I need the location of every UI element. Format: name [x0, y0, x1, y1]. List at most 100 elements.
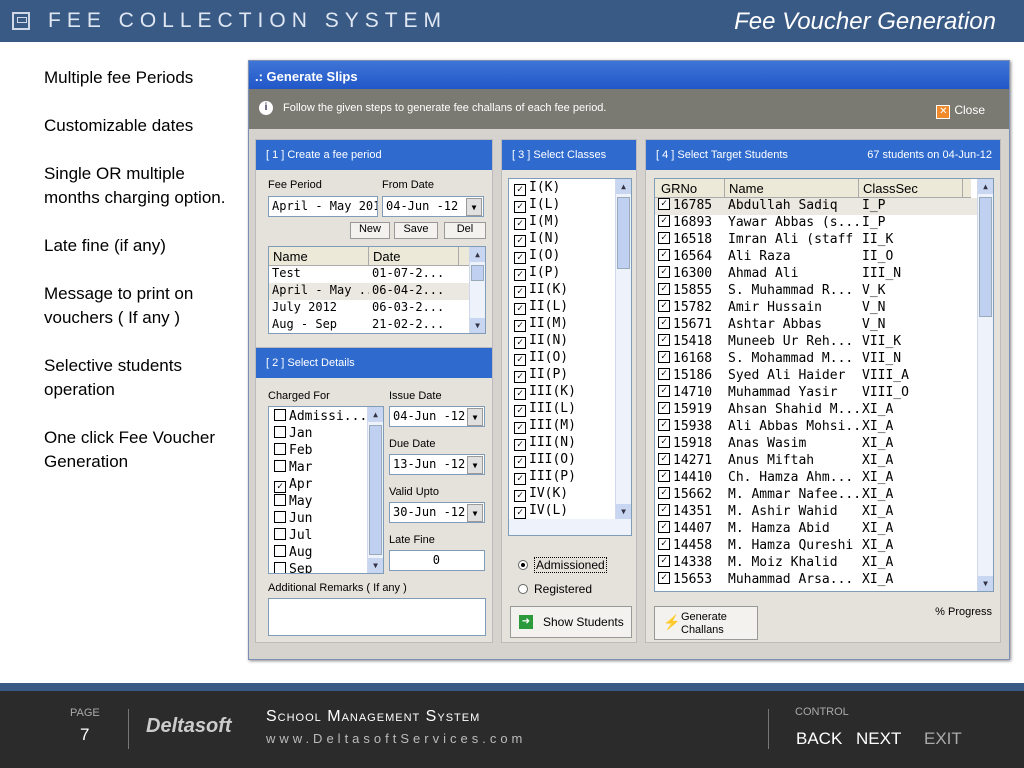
- class-checkbox-item[interactable]: ✓ I(O): [514, 248, 631, 265]
- class-checkbox-item[interactable]: ✓ III(O): [514, 452, 631, 469]
- checked-checkbox-icon[interactable]: ✓: [514, 337, 526, 349]
- scroll-thumb[interactable]: [369, 425, 382, 555]
- scroll-thumb[interactable]: [979, 197, 992, 317]
- checked-checkbox-icon[interactable]: ✓: [514, 439, 526, 451]
- checked-checkbox-icon[interactable]: ✓: [514, 371, 526, 383]
- table-row[interactable]: ✓ 15653 Muhammad Arsa... XI_A: [655, 572, 993, 589]
- checkbox-icon[interactable]: [274, 545, 286, 557]
- vertical-scrollbar[interactable]: ▲ ▼: [469, 247, 485, 333]
- table-row[interactable]: April - May ...06-04-2...: [269, 283, 485, 300]
- table-row[interactable]: ✓ 14271 Anus Miftah XI_A: [655, 453, 993, 470]
- table-row[interactable]: ✓ 16785 Abdullah Sadiq I_P: [655, 198, 993, 215]
- class-checkbox-item[interactable]: ✓ I(M): [514, 214, 631, 231]
- checked-checkbox-icon[interactable]: ✓: [658, 198, 670, 210]
- checked-checkbox-icon[interactable]: ✓: [514, 235, 526, 247]
- checked-checkbox-icon[interactable]: ✓: [514, 405, 526, 417]
- due-date-picker[interactable]: 13-Jun -12 ▼: [389, 454, 485, 475]
- checked-checkbox-icon[interactable]: ✓: [514, 286, 526, 298]
- checked-checkbox-icon[interactable]: ✓: [514, 354, 526, 366]
- checked-checkbox-icon[interactable]: ✓: [514, 473, 526, 485]
- close-button[interactable]: ✕ Close: [936, 103, 985, 119]
- generate-challans-button[interactable]: ⚡ Generate Challans: [654, 606, 758, 640]
- exit-link[interactable]: EXIT: [924, 729, 962, 749]
- next-link[interactable]: NEXT: [856, 729, 901, 749]
- class-checkbox-item[interactable]: ✓ IV(L): [514, 503, 631, 520]
- students-grid[interactable]: GRNo Name ClassSec ✓ 16785 Abdullah Sadiq I_P…: [654, 178, 994, 592]
- checked-checkbox-icon[interactable]: ✓: [514, 490, 526, 502]
- checked-checkbox-icon[interactable]: ✓: [514, 184, 526, 196]
- horizontal-scrollbar[interactable]: [509, 519, 631, 535]
- class-checkbox-item[interactable]: ✓ IV(K): [514, 486, 631, 503]
- class-checkbox-item[interactable]: ✓ III(M): [514, 418, 631, 435]
- dropdown-arrow-icon[interactable]: ▼: [466, 198, 482, 216]
- class-checkbox-item[interactable]: ✓ III(P): [514, 469, 631, 486]
- checked-checkbox-icon[interactable]: ✓: [658, 487, 670, 499]
- class-list[interactable]: ✓ I(K) ✓ I(L) ✓ I(M) ✓ I(N) ✓ I(O) ✓ I(P) ✓ II(K) ✓ II(…: [508, 178, 632, 536]
- checked-checkbox-icon[interactable]: ✓: [658, 555, 670, 567]
- checked-checkbox-icon[interactable]: ✓: [514, 388, 526, 400]
- vertical-scrollbar[interactable]: ▲ ▼: [615, 179, 631, 519]
- admissioned-radio[interactable]: Admissioned: [518, 557, 607, 573]
- checked-checkbox-icon[interactable]: ✓: [658, 538, 670, 550]
- scroll-up-icon[interactable]: ▲: [368, 407, 383, 422]
- table-row[interactable]: ✓ 15919 Ahsan Shahid M... XI_A: [655, 402, 993, 419]
- checkbox-icon[interactable]: [274, 443, 286, 455]
- checked-checkbox-icon[interactable]: ✓: [514, 456, 526, 468]
- class-checkbox-item[interactable]: ✓ II(M): [514, 316, 631, 333]
- checked-checkbox-icon[interactable]: ✓: [658, 402, 670, 414]
- checked-checkbox-icon[interactable]: ✓: [658, 453, 670, 465]
- class-checkbox-item[interactable]: ✓ III(K): [514, 384, 631, 401]
- checked-checkbox-icon[interactable]: ✓: [514, 320, 526, 332]
- table-row[interactable]: ✓ 16893 Yawar Abbas (s... I_P: [655, 215, 993, 232]
- table-row[interactable]: ✓ 14351 M. Ashir Wahid XI_A: [655, 504, 993, 521]
- month-checklist[interactable]: Admissi... Jan Feb Mar ✓ Apr May Jun Jul Aug Sep: [269, 407, 383, 573]
- checkbox-icon[interactable]: [274, 494, 286, 506]
- save-button[interactable]: Save: [394, 222, 438, 239]
- table-row[interactable]: ✓ 16300 Ahmad Ali III_N: [655, 266, 993, 283]
- dropdown-arrow-icon[interactable]: ▼: [467, 504, 483, 522]
- checked-checkbox-icon[interactable]: ✓: [658, 232, 670, 244]
- class-checkbox-item[interactable]: ✓ II(K): [514, 282, 631, 299]
- checkbox-icon[interactable]: [274, 409, 286, 421]
- checked-checkbox-icon[interactable]: ✓: [658, 572, 670, 584]
- checked-checkbox-icon[interactable]: ✓: [514, 252, 526, 264]
- checked-checkbox-icon[interactable]: ✓: [514, 303, 526, 315]
- table-row[interactable]: ✓ 16564 Ali Raza II_O: [655, 249, 993, 266]
- class-checkbox-item[interactable]: ✓ II(N): [514, 333, 631, 350]
- class-checkbox-item[interactable]: ✓ II(O): [514, 350, 631, 367]
- class-checkbox-item[interactable]: ✓ I(L): [514, 197, 631, 214]
- checked-checkbox-icon[interactable]: ✓: [658, 504, 670, 516]
- table-row[interactable]: ✓ 14338 M. Moiz Khalid XI_A: [655, 555, 993, 572]
- table-row[interactable]: Aug - Sep 21-02-2...: [269, 317, 485, 333]
- table-row[interactable]: ✓ 14410 Ch. Hamza Ahm... XI_A: [655, 470, 993, 487]
- table-row[interactable]: ✓ 15186 Syed Ali Haider VIII_A: [655, 368, 993, 385]
- table-row[interactable]: Test 01-07-2...: [269, 266, 485, 283]
- issue-date-picker[interactable]: 04-Jun -12 ▼: [389, 406, 485, 427]
- checked-checkbox-icon[interactable]: ✓: [658, 351, 670, 363]
- checked-checkbox-icon[interactable]: ✓: [514, 422, 526, 434]
- class-checkbox-item[interactable]: ✓ II(L): [514, 299, 631, 316]
- table-row[interactable]: ✓ 14458 M. Hamza Qureshi XI_A: [655, 538, 993, 555]
- show-students-button[interactable]: ➜ Show Students: [510, 606, 632, 638]
- checked-checkbox-icon[interactable]: ✓: [658, 521, 670, 533]
- checked-checkbox-icon[interactable]: ✓: [274, 481, 286, 493]
- checked-checkbox-icon[interactable]: ✓: [658, 266, 670, 278]
- checked-checkbox-icon[interactable]: ✓: [658, 334, 670, 346]
- checked-checkbox-icon[interactable]: ✓: [514, 507, 526, 519]
- dropdown-arrow-icon[interactable]: ▼: [467, 408, 483, 426]
- table-row[interactable]: ✓ 15662 M. Ammar Nafee... XI_A: [655, 487, 993, 504]
- table-row[interactable]: July 2012 06-03-2...: [269, 300, 485, 317]
- scroll-down-icon[interactable]: ▼: [368, 558, 383, 573]
- scroll-down-icon[interactable]: ▼: [616, 504, 631, 519]
- checked-checkbox-icon[interactable]: ✓: [658, 368, 670, 380]
- checked-checkbox-icon[interactable]: ✓: [658, 385, 670, 397]
- charged-for-list[interactable]: Admissi... Jan Feb Mar ✓ Apr May Jun Jul Aug Sep ▲…: [268, 406, 384, 574]
- table-row[interactable]: ✓ 16168 S. Mohammad M... VII_N: [655, 351, 993, 368]
- checked-checkbox-icon[interactable]: ✓: [514, 201, 526, 213]
- checked-checkbox-icon[interactable]: ✓: [658, 283, 670, 295]
- checkbox-icon[interactable]: [274, 511, 286, 523]
- vertical-scrollbar[interactable]: ▲ ▼: [977, 179, 993, 591]
- vertical-scrollbar[interactable]: ▲ ▼: [367, 407, 383, 573]
- class-checkbox-item[interactable]: ✓ I(N): [514, 231, 631, 248]
- table-row[interactable]: ✓ 15782 Amir Hussain V_N: [655, 300, 993, 317]
